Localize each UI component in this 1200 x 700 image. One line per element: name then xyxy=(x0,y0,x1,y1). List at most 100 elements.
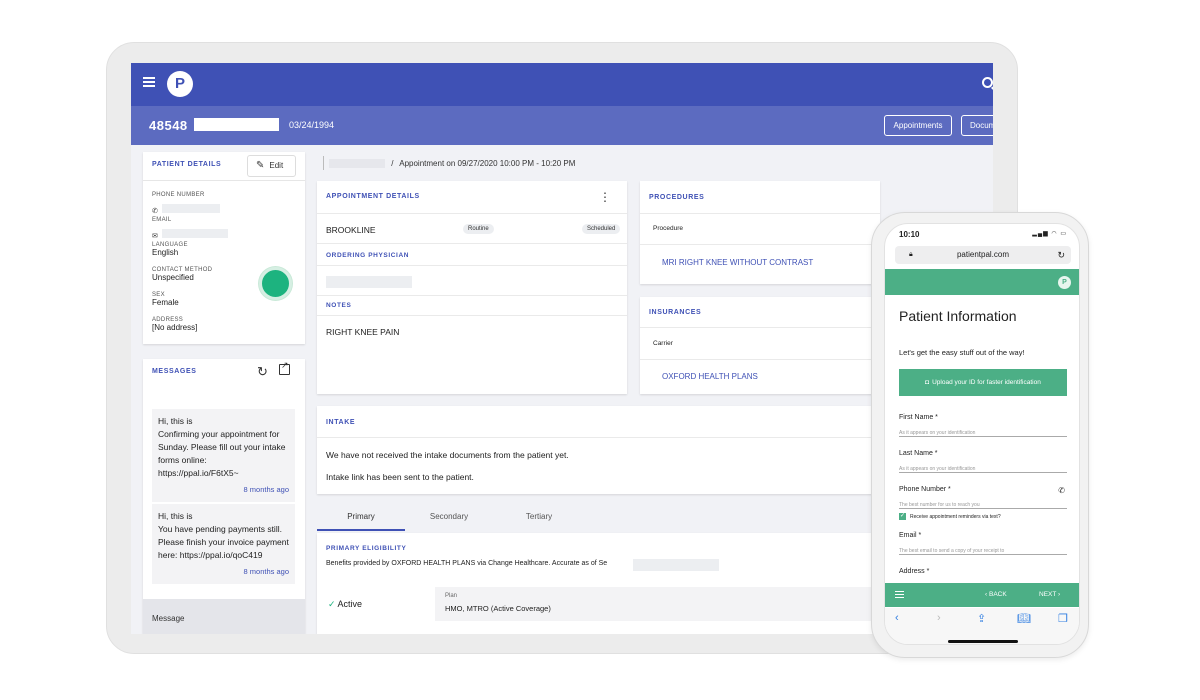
edit-button[interactable]: ✎ Edit xyxy=(247,155,296,177)
url-bar[interactable]: 🔒︎ patientpal.com ↻ xyxy=(895,246,1071,264)
share-icon[interactable]: ⇪ xyxy=(977,612,986,625)
eligibility-status: ✓ Active xyxy=(328,599,363,609)
menu-icon[interactable] xyxy=(143,77,155,87)
tab-secondary[interactable]: Secondary xyxy=(405,512,493,521)
pencil-icon: ✎ xyxy=(256,160,265,171)
procedures-card: PROCEDURES Procedure MRI RIGHT KNEE WITH… xyxy=(640,181,880,284)
mobile-logo[interactable]: P xyxy=(1058,276,1071,289)
browser-forward-icon[interactable]: › xyxy=(937,612,941,624)
app-logo[interactable]: P xyxy=(167,71,193,97)
sex-row: SEX Female xyxy=(152,292,179,307)
open-external-icon[interactable] xyxy=(279,360,290,375)
patient-header: 48548 03/24/1994 Appointments Docum xyxy=(131,106,993,145)
camera-icon: ◘ xyxy=(925,379,930,386)
search-icon[interactable] xyxy=(982,77,993,88)
message-bubble: Hi, this is Confirming your appointment … xyxy=(152,409,295,502)
email-redacted xyxy=(161,229,228,239)
next-button[interactable]: NEXT › xyxy=(1039,591,1060,598)
notes-title: NOTES xyxy=(326,302,352,309)
appointment-details-title: APPOINTMENT DETAILS xyxy=(326,193,420,200)
appointment-details-card: APPOINTMENT DETAILS ⋮ BROOKLINE Routine … xyxy=(317,181,627,394)
messages-title: MESSAGES xyxy=(152,368,197,375)
divider xyxy=(143,180,305,181)
phone-redacted xyxy=(161,204,220,214)
patient-details-card: PATIENT DETAILS ✎ Edit PHONE NUMBER ✆ EMA… xyxy=(143,152,305,344)
back-button[interactable]: ‹ BACK xyxy=(985,591,1007,598)
tab-tertiary[interactable]: Tertiary xyxy=(495,512,583,521)
top-app-bar: P xyxy=(131,63,993,106)
email-row: EMAIL ✉ xyxy=(152,217,228,243)
intake-line-1: We have not received the intake document… xyxy=(326,450,569,460)
message-greeting: Hi, this is xyxy=(158,416,193,426)
ordering-physician-title: ORDERING PHYSICIAN xyxy=(326,252,410,259)
carrier-column: Carrier xyxy=(653,340,673,347)
message-bubble: Hi, this is You have pending payments st… xyxy=(152,504,295,584)
insurances-title: INSURANCES xyxy=(649,309,702,316)
first-name-field[interactable]: First Name * As it appears on your ident… xyxy=(899,414,1067,437)
message-input[interactable]: Message xyxy=(143,599,305,634)
message-time: 8 months ago xyxy=(243,485,289,494)
form-title: Patient Information xyxy=(899,308,1017,324)
location: BROOKLINE xyxy=(326,225,376,235)
documents-button[interactable]: Docum xyxy=(961,115,993,136)
status-time: 10:10 xyxy=(899,230,920,239)
tablet-screen: P 48548 03/24/1994 Appointments Docum PA… xyxy=(131,63,993,634)
checkbox-checked-icon: ✓ xyxy=(899,513,906,520)
sms-reminder-checkbox[interactable]: ✓ Receive appointment reminders via text? xyxy=(899,513,1001,520)
eligibility-description: Benefits provided by OXFORD HEALTH PLANS… xyxy=(326,560,608,567)
messages-card: MESSAGES ↻ Hi, this is Confirming your a… xyxy=(143,359,305,634)
breadcrumb-patient-redacted[interactable] xyxy=(329,159,385,169)
phone-row: PHONE NUMBER ✆ xyxy=(152,192,220,218)
address-field[interactable]: Address * xyxy=(899,568,1067,584)
message-body: Confirming your appointment for Sunday. … xyxy=(158,429,286,478)
refresh-icon[interactable]: ↻ xyxy=(257,364,268,380)
contact-method-row: CONTACT METHOD Unspecified xyxy=(152,267,213,282)
primary-eligibility-card: PRIMARY ELIGIBILITY Benefits provided by… xyxy=(317,533,877,634)
message-time: 8 months ago xyxy=(243,567,289,576)
physician-redacted xyxy=(326,276,412,288)
bookmarks-icon[interactable]: 📖︎ xyxy=(1017,612,1031,625)
intake-line-2: Intake link has been sent to the patient… xyxy=(326,472,474,482)
phone-icon: ✆ xyxy=(152,208,158,215)
patient-id: 48548 xyxy=(149,118,188,133)
phone-screen: 10:10 ▂▄▆ ◠ ▭ 🔒︎ patientpal.com ↻ P Pati… xyxy=(884,223,1080,645)
reload-icon[interactable]: ↻ xyxy=(1057,246,1065,264)
language-row: LANGUAGE English xyxy=(152,242,188,257)
carrier-link[interactable]: OXFORD HEALTH PLANS xyxy=(662,372,758,381)
eligibility-date-redacted xyxy=(633,559,719,571)
procedure-link[interactable]: MRI RIGHT KNEE WITHOUT CONTRAST xyxy=(662,258,813,267)
appointments-button[interactable]: Appointments xyxy=(884,115,952,136)
more-vert-icon[interactable]: ⋮ xyxy=(599,190,611,204)
eligibility-title: PRIMARY ELIGIBILITY xyxy=(326,545,407,552)
last-name-field[interactable]: Last Name * As it appears on your identi… xyxy=(899,450,1067,473)
marketing-composition: P 48548 03/24/1994 Appointments Docum PA… xyxy=(0,0,1200,700)
plan-box: Plan HMO, MTRO (Active Coverage) xyxy=(435,587,875,621)
tabs-icon[interactable]: ❐ xyxy=(1058,612,1068,625)
insurances-card: INSURANCES Carrier OXFORD HEALTH PLANS xyxy=(640,297,880,394)
intake-title: INTAKE xyxy=(326,419,356,426)
browser-back-icon[interactable]: ‹ xyxy=(895,612,899,624)
menu-icon[interactable] xyxy=(895,591,904,598)
lock-icon: 🔒︎ xyxy=(909,251,913,258)
form-subtitle: Let's get the easy stuff out of the way! xyxy=(899,348,1025,357)
message-body: You have pending payments still. Please … xyxy=(158,524,289,560)
upload-id-button[interactable]: ◘ Upload your ID for faster identificatio… xyxy=(899,369,1067,396)
tab-primary[interactable]: Primary xyxy=(317,512,405,521)
plan-value: HMO, MTRO (Active Coverage) xyxy=(445,604,551,613)
notes-text: RIGHT KNEE PAIN xyxy=(326,327,400,337)
home-indicator xyxy=(948,640,1018,643)
email-field[interactable]: Email * The best email to send a copy of… xyxy=(899,532,1067,555)
procedures-title: PROCEDURES xyxy=(649,194,705,201)
status-icons: ▂▄▆ ◠ ▭ xyxy=(1032,231,1067,237)
breadcrumb: / Appointment on 09/27/2020 10:00 PM - 1… xyxy=(323,156,575,170)
patient-dob: 03/24/1994 xyxy=(289,120,335,130)
status-indicator[interactable] xyxy=(259,267,292,300)
active-tab-indicator xyxy=(317,529,405,531)
message-greeting: Hi, this is xyxy=(158,511,193,521)
phone-number-field[interactable]: Phone Number * ✆ The best number for us … xyxy=(899,486,1067,509)
status-chip: Scheduled xyxy=(582,224,621,234)
procedure-column: Procedure xyxy=(653,225,683,232)
intake-card: INTAKE We have not received the intake d… xyxy=(317,406,877,494)
mail-icon: ✉ xyxy=(152,233,158,240)
check-icon: ✓ xyxy=(328,599,336,609)
